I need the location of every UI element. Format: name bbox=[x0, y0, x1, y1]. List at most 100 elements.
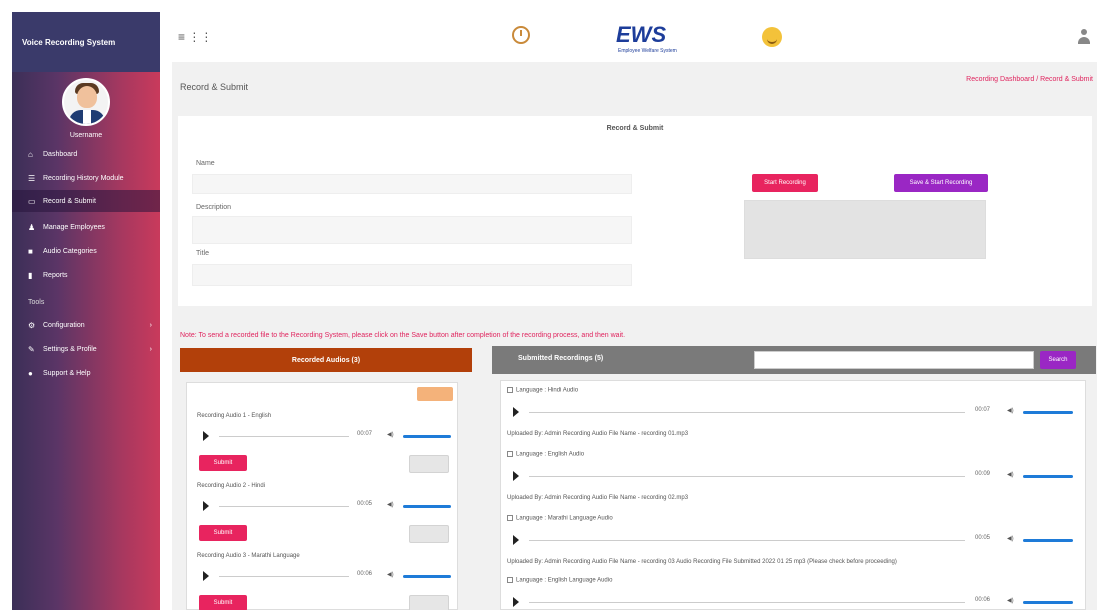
start-recording-button[interactable]: Start Recording bbox=[752, 174, 818, 192]
audio-player[interactable]: 00:06 ◀) bbox=[203, 569, 453, 583]
checkbox[interactable] bbox=[507, 387, 513, 393]
play-icon[interactable] bbox=[513, 471, 519, 481]
clock-icon[interactable] bbox=[512, 26, 530, 44]
field-label-description: Description bbox=[196, 204, 232, 211]
audio-time: 00:07 bbox=[975, 407, 991, 413]
play-icon[interactable] bbox=[203, 431, 209, 441]
volume-slider[interactable] bbox=[1023, 411, 1073, 414]
audio-player[interactable]: 00:07 ◀) bbox=[513, 405, 1079, 419]
volume-icon[interactable]: ◀) bbox=[387, 571, 394, 578]
field-label-title: Title bbox=[196, 250, 209, 257]
submit-button[interactable]: Submit bbox=[199, 525, 247, 541]
search-button[interactable]: Search bbox=[1040, 351, 1076, 369]
logo: EWS bbox=[616, 22, 667, 47]
audio-progress[interactable] bbox=[529, 540, 965, 541]
recording-file-info: Uploaded By: Admin Recording Audio File … bbox=[507, 495, 689, 501]
title-field[interactable] bbox=[192, 264, 632, 286]
sidebar-item-recording-history[interactable]: ☰ Recording History Module bbox=[12, 167, 160, 189]
play-icon[interactable] bbox=[203, 571, 209, 581]
sidebar-item-audio-categories[interactable]: ■ Audio Categories bbox=[12, 240, 160, 262]
recording-label-row[interactable]: Language : Hindi Audio bbox=[507, 387, 578, 394]
audio-progress[interactable] bbox=[219, 436, 349, 437]
submit-button[interactable]: Submit bbox=[199, 455, 247, 471]
breadcrumb: Record & Submit bbox=[180, 82, 249, 92]
menu-toggle-icon[interactable]: ≡ ⋮⋮ bbox=[178, 30, 212, 44]
audio-player[interactable]: 00:09 ◀) bbox=[513, 469, 1079, 483]
checkbox[interactable] bbox=[507, 515, 513, 521]
sidebar-item-configuration[interactable]: ⚙ Configuration › bbox=[12, 314, 160, 336]
delete-button[interactable] bbox=[409, 455, 449, 473]
sidebar-item-dashboard[interactable]: ⌂ Dashboard bbox=[12, 143, 160, 165]
search-input[interactable] bbox=[754, 351, 1034, 369]
audio-time: 00:09 bbox=[975, 471, 991, 477]
play-icon[interactable] bbox=[203, 501, 209, 511]
recording-language: Language : English Language Audio bbox=[516, 577, 613, 584]
audio-player[interactable]: 00:06 ◀) bbox=[513, 595, 1079, 609]
audio-progress[interactable] bbox=[529, 476, 965, 477]
avatar[interactable] bbox=[62, 78, 110, 126]
recording-file-info: Uploaded By: Admin Recording Audio File … bbox=[507, 559, 897, 565]
main-content: Record & Submit Recording Dashboard / Re… bbox=[172, 62, 1097, 610]
user-icon: ♟ bbox=[28, 222, 36, 232]
submitted-recordings-header: Submitted Recordings (5) Search bbox=[492, 346, 1096, 374]
sidebar-section-label: Tools bbox=[28, 299, 45, 306]
audio-progress[interactable] bbox=[219, 576, 349, 577]
smiley-icon[interactable] bbox=[762, 27, 782, 47]
volume-slider[interactable] bbox=[403, 575, 451, 578]
sidebar-item-record-submit[interactable]: ▭ Record & Submit bbox=[12, 190, 160, 212]
volume-slider[interactable] bbox=[1023, 601, 1073, 604]
audio-player[interactable]: 00:05 ◀) bbox=[203, 499, 453, 513]
submit-button[interactable]: Submit bbox=[199, 595, 247, 610]
sidebar-item-label: Configuration bbox=[43, 321, 85, 329]
sidebar-item-support[interactable]: ● Support & Help bbox=[12, 362, 160, 384]
checkbox[interactable] bbox=[507, 451, 513, 457]
list-icon: ☰ bbox=[28, 173, 36, 183]
audio-progress[interactable] bbox=[529, 412, 965, 413]
folder-icon: ■ bbox=[28, 246, 33, 256]
audio-item-title: Recording Audio 2 - Hindi bbox=[197, 483, 266, 489]
volume-slider[interactable] bbox=[1023, 539, 1073, 542]
logo-subtitle: Employee Welfare System bbox=[618, 48, 677, 54]
refresh-button[interactable] bbox=[417, 387, 453, 401]
recording-label-row[interactable]: Language : Marathi Language Audio bbox=[507, 515, 613, 522]
user-icon[interactable] bbox=[1078, 29, 1090, 45]
sidebar-item-settings[interactable]: ✎ Settings & Profile › bbox=[12, 338, 160, 360]
volume-slider[interactable] bbox=[403, 435, 451, 438]
file-icon: ▮ bbox=[28, 270, 33, 280]
delete-button[interactable] bbox=[409, 595, 449, 610]
sidebar-item-label: Record & Submit bbox=[43, 197, 96, 205]
sidebar-item-manage-employees[interactable]: ♟ Manage Employees bbox=[12, 216, 160, 238]
play-icon[interactable] bbox=[513, 535, 519, 545]
description-field[interactable] bbox=[192, 216, 632, 244]
sidebar-item-reports[interactable]: ▮ Reports bbox=[12, 264, 160, 286]
play-icon[interactable] bbox=[513, 597, 519, 607]
record-form-card: Record & Submit Name Description Title S… bbox=[178, 116, 1092, 306]
volume-icon[interactable]: ◀) bbox=[387, 501, 394, 508]
recording-preview-box bbox=[744, 200, 986, 259]
volume-icon[interactable]: ◀) bbox=[1007, 471, 1014, 478]
submitted-recordings-title: Submitted Recordings (5) bbox=[518, 355, 604, 362]
volume-icon[interactable]: ◀) bbox=[387, 431, 394, 438]
checkbox[interactable] bbox=[507, 577, 513, 583]
recording-label-row[interactable]: Language : English Audio bbox=[507, 451, 584, 458]
audio-player[interactable]: 00:05 ◀) bbox=[513, 533, 1079, 547]
sidebar-item-label: Support & Help bbox=[43, 369, 91, 377]
recording-label-row[interactable]: Language : English Language Audio bbox=[507, 577, 612, 584]
volume-icon[interactable]: ◀) bbox=[1007, 407, 1014, 414]
volume-icon[interactable]: ◀) bbox=[1007, 597, 1014, 604]
delete-button[interactable] bbox=[409, 525, 449, 543]
audio-time: 00:07 bbox=[357, 431, 373, 437]
play-icon[interactable] bbox=[513, 407, 519, 417]
breadcrumb-right[interactable]: Recording Dashboard / Record & Submit bbox=[966, 76, 1093, 83]
top-bar: ≡ ⋮⋮ EWS Employee Welfare System bbox=[160, 12, 1097, 60]
volume-slider[interactable] bbox=[1023, 475, 1073, 478]
name-field[interactable] bbox=[192, 174, 632, 194]
volume-icon[interactable]: ◀) bbox=[1007, 535, 1014, 542]
save-start-recording-button[interactable]: Save & Start Recording bbox=[894, 174, 988, 192]
audio-player[interactable]: 00:07 ◀) bbox=[203, 429, 453, 443]
audio-progress[interactable] bbox=[219, 506, 349, 507]
audio-item-title: Recording Audio 1 - English bbox=[197, 413, 272, 419]
audio-progress[interactable] bbox=[529, 602, 965, 603]
home-icon: ⌂ bbox=[28, 149, 33, 159]
volume-slider[interactable] bbox=[403, 505, 451, 508]
